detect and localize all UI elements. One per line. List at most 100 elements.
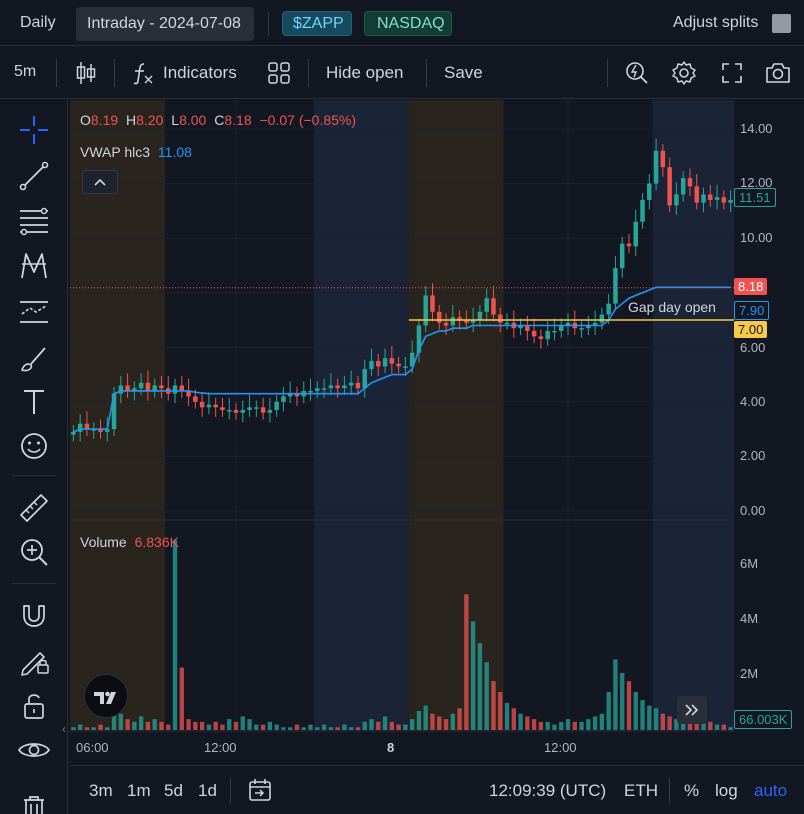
trend-line-icon[interactable] [14,156,54,196]
volume-bar [227,719,232,730]
session-band [652,100,734,730]
zoom-in-icon[interactable] [14,532,54,572]
unlock-icon[interactable] [14,686,54,726]
goto-date-icon[interactable] [247,777,273,803]
volume-bar [498,692,503,730]
text-icon[interactable] [14,382,54,422]
candle-body [484,298,489,312]
candle-body [640,199,645,222]
brush-icon[interactable] [14,338,54,378]
volume-bar [457,708,462,730]
ohlc-open-label: O [80,112,91,128]
price-chart[interactable] [70,100,734,732]
volume-bar [565,719,571,730]
candles-icon[interactable] [74,60,98,86]
candle-body [403,366,408,368]
interval-button[interactable]: 5m [14,63,36,81]
tab-intraday[interactable]: Intraday - 2024-07-08 [76,7,254,41]
divider [12,475,56,476]
candle-body [579,328,584,330]
volume-legend[interactable]: Volume 6.836K [80,534,179,550]
tradingview-logo[interactable] [84,674,128,718]
magnet-icon[interactable] [14,594,54,634]
exchange-badge[interactable]: NASDAQ [364,11,452,36]
volume-bar [511,708,516,730]
volume-bar [559,721,564,730]
range-1m-button[interactable]: 1m [127,781,151,801]
candle-body [226,410,232,412]
candle-body [626,243,632,247]
divider [607,59,608,87]
range-3m-button[interactable]: 3m [89,781,113,801]
volume-bar [274,724,279,730]
log-toggle[interactable]: log [715,781,738,801]
auto-toggle[interactable]: auto [754,781,787,801]
fullscreen-icon[interactable] [720,61,744,85]
tab-daily[interactable]: Daily [20,14,56,32]
candle-body [437,311,442,323]
projection-icon[interactable] [14,292,54,332]
lock-drawing-icon[interactable] [14,640,54,680]
alert-search-icon[interactable] [624,60,650,86]
indicators-button[interactable]: Indicators [130,57,250,89]
candle-body [362,369,367,389]
hide-open-button[interactable]: Hide open [326,63,404,83]
percent-toggle[interactable]: % [684,781,699,801]
candle-body [708,194,713,200]
ticker-badge[interactable]: $ZAPP [282,11,352,36]
crosshair-icon[interactable] [14,110,54,150]
range-5d-button[interactable]: 5d [164,781,183,801]
indicators-label: Indicators [163,63,237,82]
trash-icon[interactable] [14,790,54,814]
volume-bar [152,719,157,730]
candle-body [355,382,361,389]
volume-bar [213,721,218,730]
volume-bar [260,724,266,730]
volume-bar [240,716,245,730]
vwap-legend[interactable]: VWAP hlc3 11.08 [80,144,192,160]
volume-bar [294,724,300,730]
save-button[interactable]: Save [444,63,483,83]
volume-legend-value: 6.836K [134,534,179,550]
candle-body [701,194,706,203]
session-toggle[interactable]: ETH [624,781,658,801]
volume-bar [125,719,130,730]
ohlc-high-label: H [126,112,137,128]
range-1d-button[interactable]: 1d [198,781,217,801]
candle-body [423,295,428,326]
volume-bar [206,724,212,730]
volume-bar [321,724,327,730]
gap-day-open-tag: 7.00 [734,321,768,338]
adjust-splits-checkbox[interactable] [772,14,791,33]
candle-body [396,363,401,367]
volume-bar [518,713,523,730]
volume-bar [416,711,422,730]
utc-clock[interactable]: 12:09:39 (UTC) [489,781,606,801]
scroll-to-realtime-button[interactable] [677,696,707,724]
volume-bar [335,727,340,730]
volume-bar [288,727,293,730]
double-chevron-right-icon [685,704,699,716]
volume-bar [531,719,537,730]
volume-legend-label: Volume [80,534,127,550]
volume-bar [369,719,374,730]
layout-grid-icon[interactable] [267,61,291,85]
pattern-icon[interactable] [14,246,54,286]
candle-body [376,360,381,367]
volume-bar [484,662,489,730]
ruler-icon[interactable] [14,488,54,528]
camera-icon[interactable] [764,60,792,86]
scroll-left-icon[interactable]: ‹ [62,722,66,736]
price-tick: 10.00 [740,230,773,245]
divider [12,583,56,584]
volume-bar [728,727,733,730]
gear-icon[interactable] [671,60,697,86]
emoji-icon[interactable] [14,426,54,466]
volume-bar [396,724,401,730]
fib-retracement-icon[interactable] [14,201,54,241]
collapse-legend-button[interactable] [82,170,118,194]
candle-body [172,385,178,394]
price-tick: 0.00 [740,503,766,518]
eye-icon[interactable] [14,730,54,770]
function-icon [133,63,153,85]
